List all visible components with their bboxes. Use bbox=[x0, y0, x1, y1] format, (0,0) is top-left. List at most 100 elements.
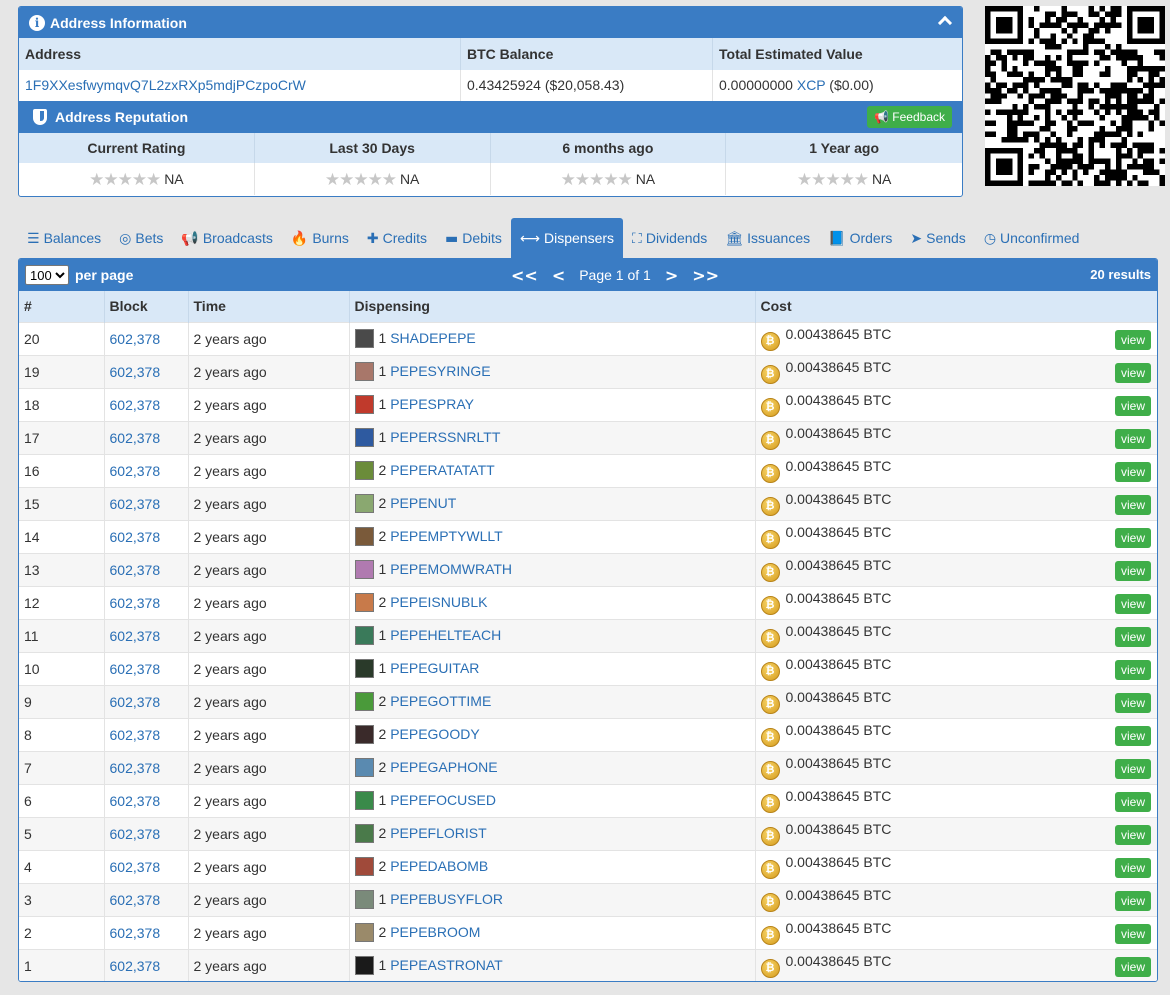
block-link[interactable]: 602,378 bbox=[110, 430, 161, 446]
tab-label: Balances bbox=[43, 230, 102, 246]
qr-module bbox=[1066, 76, 1073, 83]
block-link[interactable]: 602,378 bbox=[110, 760, 161, 776]
view-button[interactable]: view bbox=[1114, 791, 1151, 812]
block-link[interactable]: 602,378 bbox=[110, 925, 161, 941]
asset-link[interactable]: PEPENUT bbox=[390, 495, 456, 511]
asset-link[interactable]: PEPEISNUBLK bbox=[390, 594, 487, 610]
block-link[interactable]: 602,378 bbox=[110, 661, 161, 677]
view-button[interactable]: view bbox=[1114, 890, 1151, 911]
asset-link[interactable]: PEPERATATATT bbox=[390, 462, 495, 478]
block-link[interactable]: 602,378 bbox=[110, 859, 161, 875]
tab-label: Burns bbox=[312, 230, 349, 246]
view-button[interactable]: view bbox=[1114, 593, 1151, 614]
qr-module bbox=[1088, 27, 1095, 34]
block-link[interactable]: 602,378 bbox=[110, 397, 161, 413]
asset-link[interactable]: PEPEFOCUSED bbox=[390, 792, 496, 808]
block-link[interactable]: 602,378 bbox=[110, 694, 161, 710]
feedback-button[interactable]: 📢 Feedback bbox=[867, 106, 952, 128]
view-button[interactable]: view bbox=[1114, 725, 1151, 746]
tab-balances[interactable]: ☰ Balances bbox=[18, 218, 110, 258]
view-button[interactable]: view bbox=[1114, 560, 1151, 581]
block-link[interactable]: 602,378 bbox=[110, 529, 161, 545]
asset-link[interactable]: PEPEHELTEACH bbox=[390, 627, 501, 643]
asset-link[interactable]: PEPEMPTYWLLT bbox=[390, 528, 503, 544]
view-button[interactable]: view bbox=[1114, 758, 1151, 779]
tab-dividends[interactable]: ⛶ Dividends bbox=[623, 218, 716, 258]
qr-module bbox=[1017, 49, 1024, 56]
tab-orders[interactable]: 📘 Orders bbox=[819, 218, 901, 258]
tab-broadcasts[interactable]: 📢 Broadcasts bbox=[172, 218, 281, 258]
xcp-link[interactable]: XCP bbox=[797, 77, 826, 93]
first-page-button[interactable]: << bbox=[511, 266, 538, 285]
view-button[interactable]: view bbox=[1114, 461, 1151, 482]
tab-debits[interactable]: ▬ Debits bbox=[436, 218, 511, 258]
qr-module bbox=[1066, 11, 1073, 17]
asset-link[interactable]: PEPEDABOMB bbox=[390, 858, 488, 874]
qr-module bbox=[1088, 104, 1095, 110]
view-button[interactable]: view bbox=[1114, 494, 1151, 515]
asset-link[interactable]: PEPEASTRONAT bbox=[390, 957, 503, 973]
asset-link[interactable]: PEPEGUITAR bbox=[390, 660, 479, 676]
tab-credits[interactable]: ✚ Credits bbox=[358, 218, 436, 258]
view-button[interactable]: view bbox=[1114, 362, 1151, 383]
asset-link[interactable]: PEPEGAPHONE bbox=[390, 759, 497, 775]
collapse-chevron-icon[interactable] bbox=[937, 15, 953, 31]
asset-link[interactable]: PEPEBROOM bbox=[390, 924, 480, 940]
per-page-select[interactable]: 100 bbox=[25, 265, 69, 285]
address-information-header[interactable]: i Address Information bbox=[19, 7, 962, 38]
view-button[interactable]: view bbox=[1114, 626, 1151, 647]
last-page-button[interactable]: >> bbox=[692, 266, 719, 285]
asset-link[interactable]: PEPERSSNRLTT bbox=[390, 429, 500, 445]
tab-dispensers[interactable]: ⟷ Dispensers bbox=[510, 218, 624, 258]
view-button[interactable]: view bbox=[1114, 527, 1151, 548]
view-button[interactable]: view bbox=[1114, 923, 1151, 944]
total-value-amount: 0.00000000 bbox=[719, 77, 793, 93]
asset-link[interactable]: PEPESPRAY bbox=[390, 396, 474, 412]
tab-issuances[interactable]: 🏛 Issuances bbox=[716, 218, 819, 258]
block-link[interactable]: 602,378 bbox=[110, 496, 161, 512]
block-link[interactable]: 602,378 bbox=[110, 892, 161, 908]
asset-link[interactable]: PEPEMOMWRATH bbox=[390, 561, 512, 577]
view-button[interactable]: view bbox=[1114, 329, 1151, 350]
dispense-quantity: 2 bbox=[378, 462, 387, 478]
next-page-button[interactable]: > bbox=[665, 266, 678, 285]
qr-module bbox=[1066, 82, 1073, 88]
block-link[interactable]: 602,378 bbox=[110, 331, 161, 347]
block-link[interactable]: 602,378 bbox=[110, 364, 161, 380]
qr-module bbox=[1137, 115, 1144, 121]
view-button[interactable]: view bbox=[1114, 857, 1151, 878]
prev-page-button[interactable]: < bbox=[552, 266, 565, 285]
view-button[interactable]: view bbox=[1114, 692, 1151, 713]
asset-link[interactable]: PEPEBUSYFLOR bbox=[390, 891, 503, 907]
tab-bets[interactable]: ◎ Bets bbox=[110, 218, 172, 258]
qr-module bbox=[1143, 82, 1149, 88]
asset-link[interactable]: PEPESYRINGE bbox=[390, 363, 490, 379]
asset-link[interactable]: PEPEGOODY bbox=[390, 726, 479, 742]
qr-module bbox=[1072, 27, 1078, 34]
asset-link[interactable]: SHADEPEPE bbox=[390, 330, 476, 346]
tab-burns[interactable]: 🔥 Burns bbox=[282, 218, 358, 258]
qr-module bbox=[1066, 158, 1073, 165]
block-link[interactable]: 602,378 bbox=[110, 793, 161, 809]
qr-module bbox=[985, 98, 991, 105]
asset-link[interactable]: PEPEGOTTIME bbox=[390, 693, 491, 709]
qr-module bbox=[1006, 120, 1013, 126]
tab-label: Credits bbox=[382, 230, 427, 246]
view-button[interactable]: view bbox=[1114, 956, 1151, 977]
block-link[interactable]: 602,378 bbox=[110, 595, 161, 611]
view-button[interactable]: view bbox=[1114, 428, 1151, 449]
block-link[interactable]: 602,378 bbox=[110, 562, 161, 578]
block-link[interactable]: 602,378 bbox=[110, 463, 161, 479]
tab-sends[interactable]: ➤ Sends bbox=[901, 218, 974, 258]
address-link[interactable]: 1F9XXesfwymqvQ7L2zxRXp5mdjPCzpoCrW bbox=[25, 77, 306, 93]
qr-module bbox=[1154, 71, 1160, 77]
block-link[interactable]: 602,378 bbox=[110, 958, 161, 974]
view-button[interactable]: view bbox=[1114, 824, 1151, 845]
view-button[interactable]: view bbox=[1114, 395, 1151, 416]
tab-unconfirmed[interactable]: ◷ Unconfirmed bbox=[975, 218, 1089, 258]
block-link[interactable]: 602,378 bbox=[110, 628, 161, 644]
block-link[interactable]: 602,378 bbox=[110, 727, 161, 743]
asset-link[interactable]: PEPEFLORIST bbox=[390, 825, 486, 841]
view-button[interactable]: view bbox=[1114, 659, 1151, 680]
block-link[interactable]: 602,378 bbox=[110, 826, 161, 842]
